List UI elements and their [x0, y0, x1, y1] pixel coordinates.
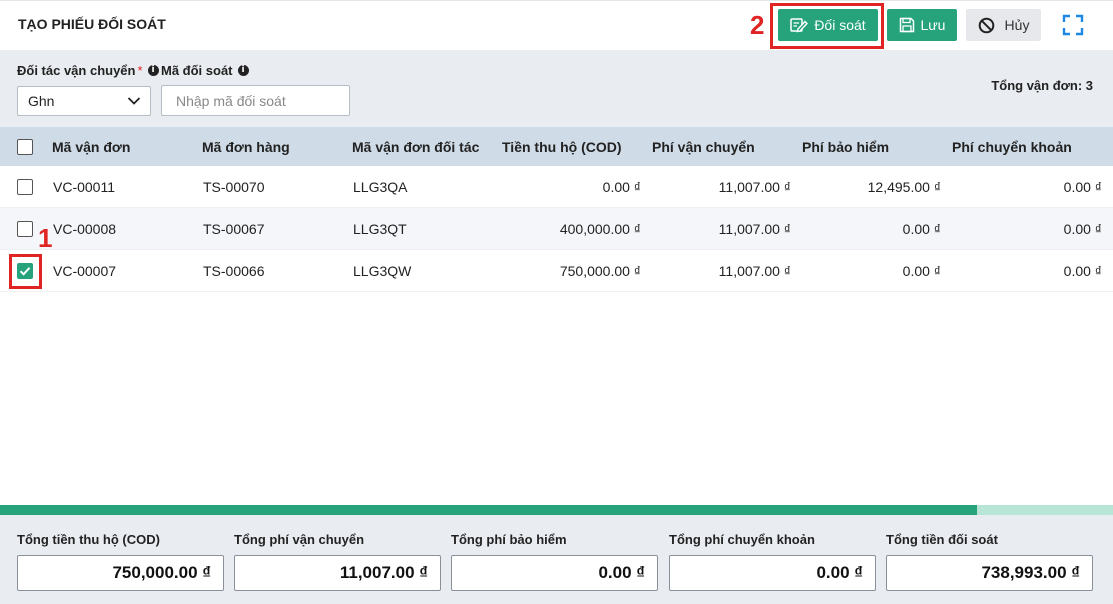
waybill-code: VC-00007 [53, 262, 117, 279]
order-code: TS-00066 [203, 262, 265, 279]
totals-panel: Tổng tiền thu hộ (COD) 750,000.00 ₫ Tổng… [0, 515, 1113, 604]
insurance-fee: 12,495.00 ₫ [867, 178, 941, 195]
shipping-fee: 11,007.00 ₫ [718, 220, 791, 237]
column-header: Mã vận đơn [52, 138, 131, 155]
page-title: TẠO PHIẾU ĐỐI SOÁT [18, 16, 166, 32]
insurance-fee: 0.00 ₫ [902, 262, 941, 279]
reconcile-code-label-text: Mã đối soát [161, 63, 233, 78]
insurance-fee: 0.00 ₫ [902, 220, 941, 237]
total-insurance-fee-value: 0.00 ₫ [451, 555, 658, 591]
partner-waybill-code: LLG3QW [353, 262, 412, 279]
order-code: TS-00070 [203, 178, 265, 195]
total-reconcile-amount-value: 738,993.00 ₫ [886, 555, 1093, 591]
table-header-row: Mã vận đơn Mã đơn hàng Mã vận đơn đối tá… [0, 127, 1113, 166]
table-row[interactable]: VC-00011 TS-00070 LLG3QA 0.00 ₫ 11,007.0… [0, 166, 1113, 208]
fullscreen-icon[interactable] [1062, 14, 1084, 36]
reconcile-code-input[interactable] [161, 85, 350, 116]
ban-circle-icon [978, 17, 994, 33]
cod-amount: 0.00 ₫ [602, 178, 641, 195]
waybill-code: VC-00011 [53, 178, 116, 195]
info-circle-icon: i [147, 65, 159, 76]
edit-note-icon [790, 18, 809, 33]
table-row[interactable]: VC-00008 TS-00067 LLG3QT 400,000.00 ₫ 11… [0, 208, 1113, 250]
cancel-button[interactable]: Hủy [966, 9, 1041, 41]
carrier-select-value: Ghn [28, 93, 55, 109]
column-header: Tiền thu hộ (COD) [502, 138, 622, 155]
column-header: Mã đơn hàng [202, 138, 290, 155]
transfer-fee: 0.00 ₫ [1063, 178, 1102, 195]
select-all-checkbox[interactable] [17, 139, 33, 155]
row-checkbox[interactable] [17, 179, 33, 195]
carrier-label-text: Đối tác vận chuyển [17, 63, 136, 78]
transfer-fee: 0.00 ₫ [1063, 262, 1102, 279]
waybill-table: Mã vận đơn Mã đơn hàng Mã vận đơn đối tá… [0, 127, 1113, 292]
total-shipping-fee-label: Tổng phí vận chuyển [234, 532, 365, 547]
column-header: Phí bảo hiểm [802, 138, 890, 155]
save-button-label: Lưu [920, 17, 946, 33]
info-circle-icon: i [237, 65, 249, 76]
highlight-row-checkbox [9, 254, 42, 289]
total-shipping-fee-value: 11,007.00 ₫ [234, 555, 441, 591]
floppy-disk-icon [899, 17, 914, 33]
partner-waybill-code: LLG3QA [353, 178, 408, 195]
transfer-fee: 0.00 ₫ [1063, 220, 1102, 237]
cod-amount: 750,000.00 ₫ [559, 262, 641, 279]
page-header: TẠO PHIẾU ĐỐI SOÁT 2 Đối soát Lưu Hủy [0, 0, 1113, 50]
required-mark: * [137, 63, 143, 78]
total-transfer-fee-label: Tổng phí chuyển khoản [669, 532, 815, 547]
chevron-down-icon [127, 97, 141, 105]
shipping-fee: 11,007.00 ₫ [718, 262, 791, 279]
column-header: Phí vận chuyển [652, 138, 755, 155]
total-waybill-count: Tổng vận đơn: 3 [991, 78, 1093, 93]
total-insurance-fee-label: Tổng phí bảo hiểm [451, 532, 567, 547]
horizontal-scrollbar[interactable] [0, 505, 1113, 515]
save-button[interactable]: Lưu [887, 9, 957, 41]
total-transfer-fee-value: 0.00 ₫ [669, 555, 876, 591]
partner-waybill-code: LLG3QT [353, 220, 407, 237]
carrier-label: Đối tác vận chuyển * i [17, 63, 159, 78]
column-header: Mã vận đơn đối tác [352, 138, 480, 155]
reconcile-button[interactable]: Đối soát [778, 9, 878, 41]
step-marker-1: 1 [38, 223, 53, 253]
order-code: TS-00067 [203, 220, 265, 237]
step-marker-2: 2 [750, 10, 765, 40]
reconcile-code-label: Mã đối soát i [161, 63, 249, 78]
filter-panel: Đối tác vận chuyển * i Mã đối soát i Ghn… [0, 50, 1113, 127]
row-checkbox[interactable] [17, 221, 33, 237]
cod-amount: 400,000.00 ₫ [559, 220, 641, 237]
scrollbar-thumb[interactable] [0, 505, 978, 515]
column-header: Phí chuyển khoản [952, 138, 1072, 155]
cancel-button-label: Hủy [1004, 17, 1030, 33]
total-cod-label: Tổng tiền thu hộ (COD) [17, 532, 160, 547]
reconcile-button-label: Đối soát [814, 17, 866, 33]
shipping-fee: 11,007.00 ₫ [718, 178, 791, 195]
carrier-select[interactable]: Ghn [17, 86, 151, 116]
table-row[interactable]: VC-00007 TS-00066 LLG3QW 750,000.00 ₫ 11… [0, 250, 1113, 292]
total-reconcile-amount-label: Tổng tiền đối soát [886, 532, 998, 547]
total-cod-value: 750,000.00 ₫ [17, 555, 224, 591]
waybill-code: VC-00008 [53, 220, 117, 237]
